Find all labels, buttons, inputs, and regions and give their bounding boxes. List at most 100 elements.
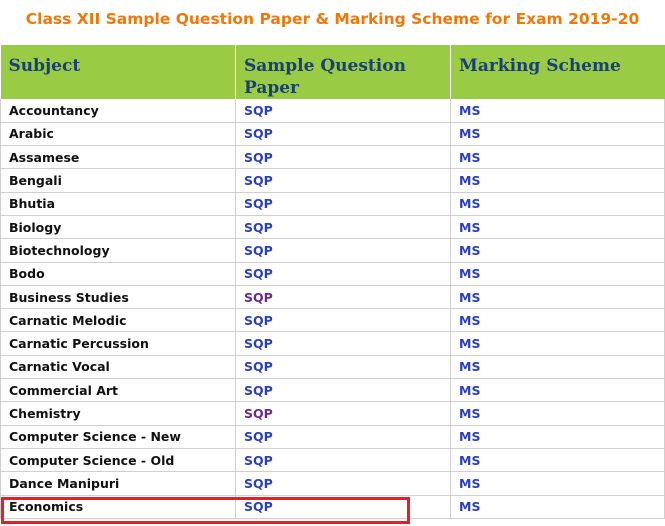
sqp-link[interactable]: SQP <box>244 313 273 328</box>
ms-cell: MS <box>450 122 665 147</box>
ms-cell: MS <box>450 401 665 426</box>
sqp-link[interactable]: SQP <box>244 476 273 491</box>
sqp-link[interactable]: SQP <box>244 336 273 351</box>
ms-link[interactable]: MS <box>459 429 480 444</box>
ms-link[interactable]: MS <box>459 290 480 305</box>
subject-cell: Dance Manipuri <box>0 471 236 496</box>
header-sqp-line1: Sample Question <box>244 56 406 76</box>
subject-cell: Carnatic Percussion <box>0 331 236 356</box>
sqp-link[interactable]: SQP <box>244 453 273 468</box>
sqp-link[interactable]: SQP <box>244 383 273 398</box>
subject-cell: Carnatic Melodic <box>0 308 236 333</box>
ms-link[interactable]: MS <box>459 220 480 235</box>
sqp-cell: SQP <box>235 122 451 147</box>
table-row: Carnatic Vocal SQP MS <box>0 355 665 380</box>
sample-paper-table: Subject Sample Question Paper Marking Sch… <box>0 45 665 519</box>
sqp-link[interactable]: SQP <box>244 243 273 258</box>
sqp-link[interactable]: SQP <box>244 499 273 514</box>
subject-cell: Biology <box>0 215 236 240</box>
subject-cell: Arabic <box>0 122 236 147</box>
ms-cell: MS <box>450 145 665 170</box>
subject-cell: Bengali <box>0 168 236 193</box>
sqp-link[interactable]: SQP <box>244 103 273 118</box>
ms-link[interactable]: MS <box>459 196 480 211</box>
sqp-link[interactable]: SQP <box>244 220 273 235</box>
header-sample-question-paper: Sample Question Paper <box>235 45 451 99</box>
ms-link[interactable]: MS <box>459 126 480 141</box>
subject-cell: Business Studies <box>0 285 236 310</box>
ms-cell: MS <box>450 448 665 473</box>
sqp-cell: SQP <box>235 355 451 380</box>
sqp-cell: SQP <box>235 168 451 193</box>
ms-cell: MS <box>450 168 665 193</box>
ms-link[interactable]: MS <box>459 453 480 468</box>
ms-link[interactable]: MS <box>459 499 480 514</box>
table-row: Biology SQP MS <box>0 215 665 240</box>
ms-cell: MS <box>450 495 665 519</box>
ms-link[interactable]: MS <box>459 476 480 491</box>
subject-cell: Biotechnology <box>0 238 236 263</box>
subject-cell: Commercial Art <box>0 378 236 403</box>
sqp-cell: SQP <box>235 448 451 473</box>
ms-cell: MS <box>450 215 665 240</box>
ms-link[interactable]: MS <box>459 406 480 421</box>
sqp-cell: SQP <box>235 262 451 286</box>
page-title: Class XII Sample Question Paper & Markin… <box>25 10 640 28</box>
table-row: Computer Science - New SQP MS <box>0 425 665 449</box>
sqp-cell: SQP <box>235 308 451 333</box>
ms-cell: MS <box>450 308 665 333</box>
ms-link[interactable]: MS <box>459 243 480 258</box>
sqp-cell: SQP <box>235 425 451 449</box>
sqp-cell: SQP <box>235 495 451 519</box>
ms-link[interactable]: MS <box>459 383 480 398</box>
sqp-link[interactable]: SQP <box>244 196 273 211</box>
ms-cell: MS <box>450 378 665 403</box>
subject-cell: Computer Science - New <box>0 425 236 449</box>
sqp-link[interactable]: SQP <box>244 173 273 188</box>
ms-cell: MS <box>450 192 665 216</box>
header-marking-scheme: Marking Scheme <box>450 45 665 99</box>
ms-link[interactable]: MS <box>459 173 480 188</box>
table-body: Accountancy SQP MS Arabic SQP MS Assamese SQP MS… <box>0 99 665 519</box>
sqp-cell: SQP <box>235 401 451 426</box>
ms-link[interactable]: MS <box>459 359 480 374</box>
ms-link[interactable]: MS <box>459 313 480 328</box>
sqp-link[interactable]: SQP <box>244 150 273 165</box>
ms-link[interactable]: MS <box>459 103 480 118</box>
ms-link[interactable]: MS <box>459 150 480 165</box>
sqp-link[interactable]: SQP <box>244 429 273 444</box>
sqp-cell: SQP <box>235 192 451 216</box>
table-row: Carnatic Melodic SQP MS <box>0 308 665 333</box>
ms-cell: MS <box>450 238 665 263</box>
sqp-link[interactable]: SQP <box>244 290 273 305</box>
sqp-link[interactable]: SQP <box>244 266 273 281</box>
sqp-cell: SQP <box>235 215 451 240</box>
table-row: Carnatic Percussion SQP MS <box>0 331 665 356</box>
sqp-link[interactable]: SQP <box>244 406 273 421</box>
ms-cell: MS <box>450 262 665 286</box>
ms-link[interactable]: MS <box>459 266 480 281</box>
table-row: Bhutia SQP MS <box>0 192 665 216</box>
ms-cell: MS <box>450 285 665 310</box>
header-subject: Subject <box>0 45 236 99</box>
table-header-row: Subject Sample Question Paper Marking Sch… <box>0 45 665 99</box>
subject-cell: Chemistry <box>0 401 236 426</box>
subject-cell: Assamese <box>0 145 236 170</box>
table-row: Dance Manipuri SQP MS <box>0 471 665 496</box>
sqp-link[interactable]: SQP <box>244 359 273 374</box>
table-row: Accountancy SQP MS <box>0 99 665 123</box>
subject-cell: Economics <box>0 495 236 519</box>
table-row: Biotechnology SQP MS <box>0 238 665 263</box>
table-row: Chemistry SQP MS <box>0 401 665 426</box>
sqp-cell: SQP <box>235 378 451 403</box>
subject-cell: Carnatic Vocal <box>0 355 236 380</box>
subject-cell: Bhutia <box>0 192 236 216</box>
table-row: Bengali SQP MS <box>0 168 665 193</box>
sqp-link[interactable]: SQP <box>244 126 273 141</box>
ms-link[interactable]: MS <box>459 336 480 351</box>
table-row: Assamese SQP MS <box>0 145 665 170</box>
sqp-cell: SQP <box>235 145 451 170</box>
ms-cell: MS <box>450 425 665 449</box>
ms-cell: MS <box>450 471 665 496</box>
table-row: Computer Science - Old SQP MS <box>0 448 665 473</box>
